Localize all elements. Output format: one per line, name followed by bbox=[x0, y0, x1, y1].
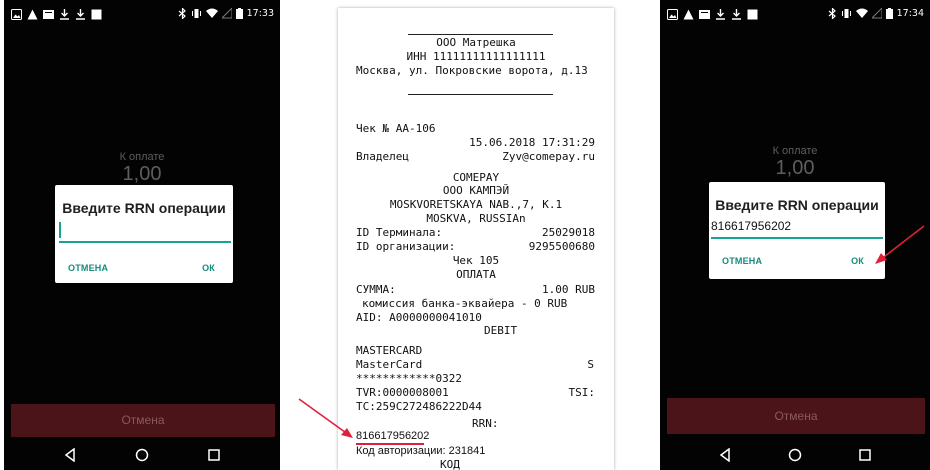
address: Москва, ул. Покровские ворота, д.13 bbox=[356, 64, 588, 77]
bank-address-2: MOSKVA, RUSSIAn bbox=[426, 212, 526, 225]
navigation-bar bbox=[660, 440, 930, 470]
dialog-title: Введите RRN операции bbox=[715, 197, 879, 213]
owner-email: Zyv@comepay.ru bbox=[502, 150, 595, 163]
warning-icon bbox=[27, 9, 38, 20]
no-signal-icon bbox=[871, 8, 882, 19]
warning-icon bbox=[683, 9, 694, 20]
arrow-annotation-icon bbox=[875, 225, 925, 264]
card-flag: S bbox=[587, 358, 594, 371]
sum-label: СУММА: bbox=[356, 283, 396, 296]
amount-value: 1,00 bbox=[775, 157, 815, 179]
tc: TC:259C272486222D44 bbox=[356, 400, 482, 413]
no-signal-icon bbox=[221, 8, 232, 19]
vibrate-icon bbox=[841, 9, 851, 18]
left-phone-screen: 17:33 К оплате 1,00 Введите RRN операции… bbox=[4, 0, 280, 470]
bank-brand: COMEPAY bbox=[452, 171, 500, 184]
status-bar: 17:34 bbox=[660, 0, 930, 32]
square-icon bbox=[747, 9, 758, 20]
dialog-cancel-button[interactable]: ОТМЕНА bbox=[722, 256, 762, 266]
check-datetime: 15.06.2018 17:31:29 bbox=[469, 136, 595, 149]
divider bbox=[408, 94, 553, 95]
bluetooth-icon bbox=[178, 8, 186, 19]
bank-company: ООО КАМПЭЙ bbox=[442, 184, 510, 197]
battery-icon bbox=[235, 8, 243, 19]
rrn-dialog: Введите RRN операции ОТМЕНА ОК bbox=[55, 185, 233, 283]
acquirer-fee: комиссия банка-эквайера - 0 RUB bbox=[362, 297, 568, 310]
rrn-input-value: 816617956202 bbox=[711, 219, 792, 233]
inn: ИНН 11111111111111111 bbox=[406, 50, 546, 63]
org-value: 9295500680 bbox=[528, 240, 595, 253]
tvr: TVR:0000008001 bbox=[356, 386, 449, 399]
status-time: 17:33 bbox=[246, 8, 274, 19]
payment-receipt: ООО Матрешка ИНН 11111111111111111 Москв… bbox=[338, 8, 614, 470]
amount-label: К оплате bbox=[772, 145, 818, 157]
back-icon[interactable] bbox=[718, 448, 732, 462]
divider bbox=[408, 34, 553, 35]
sum-value: 1.00 RUB bbox=[542, 283, 595, 296]
rrn-dialog: Введите RRN операции 816617956202 ОТМЕНА… bbox=[709, 182, 885, 279]
amount-label: К оплате bbox=[119, 151, 165, 163]
recents-icon[interactable] bbox=[207, 448, 221, 462]
wifi-icon bbox=[855, 8, 868, 18]
text-caret bbox=[59, 222, 61, 238]
download-icon bbox=[716, 9, 725, 20]
status-bar: 17:33 bbox=[4, 0, 280, 32]
dialog-cancel-button[interactable]: ОТМЕНА bbox=[68, 263, 108, 273]
home-icon[interactable] bbox=[135, 448, 149, 462]
cancel-button[interactable]: Отмена bbox=[11, 404, 275, 437]
status-time: 17:34 bbox=[896, 8, 924, 19]
dialog-ok-button[interactable]: ОК bbox=[202, 263, 215, 273]
card-name: MasterCard bbox=[356, 358, 423, 371]
debit: DEBIT bbox=[484, 324, 518, 337]
amount-value: 1,00 bbox=[122, 163, 162, 185]
gallery-icon bbox=[667, 9, 678, 20]
tsi: TSI: bbox=[568, 386, 596, 399]
home-icon[interactable] bbox=[788, 448, 802, 462]
download-icon bbox=[732, 9, 741, 20]
card-type: MASTERCARD bbox=[356, 344, 423, 357]
bluetooth-icon bbox=[828, 8, 836, 19]
battery-icon bbox=[885, 8, 893, 19]
aid: AID: A0000000041010 bbox=[356, 311, 482, 324]
dialog-title: Введите RRN операции bbox=[62, 200, 226, 216]
image-icon bbox=[699, 10, 710, 19]
image-icon bbox=[43, 10, 54, 19]
auth-code: Код авторизации: 231841 bbox=[356, 445, 486, 457]
download-icon bbox=[60, 9, 69, 20]
cancel-button[interactable]: Отмена bbox=[667, 398, 925, 434]
terminal-value: 25029018 bbox=[542, 226, 595, 239]
bank-address-1: MOSKVORETSKAYA NAB.,7, K.1 bbox=[389, 198, 563, 211]
rrn-label: RRN: bbox=[472, 417, 499, 430]
company-name: ООО Матрешка bbox=[436, 36, 516, 49]
card-pan: ************0322 bbox=[356, 372, 462, 385]
rrn-input[interactable] bbox=[59, 221, 231, 243]
terminal-label: ID Терминала: bbox=[356, 226, 443, 239]
code-label: КОД bbox=[440, 458, 460, 470]
gallery-icon bbox=[11, 9, 22, 20]
dialog-ok-button[interactable]: ОК bbox=[851, 256, 864, 266]
org-label: ID организации: bbox=[356, 240, 456, 253]
rrn-value: 816617956202 bbox=[356, 430, 430, 442]
owner-label: Владелец bbox=[356, 150, 409, 163]
back-icon[interactable] bbox=[63, 448, 77, 462]
download-icon bbox=[76, 9, 85, 20]
square-icon bbox=[91, 9, 102, 20]
vibrate-icon bbox=[191, 9, 201, 18]
wifi-icon bbox=[205, 8, 218, 18]
check-number: Чек № АА-106 bbox=[356, 122, 436, 135]
rrn-input[interactable]: 816617956202 bbox=[711, 217, 883, 239]
check-line: Чек 105 bbox=[452, 254, 500, 267]
payment-type: ОПЛАТА bbox=[456, 268, 496, 281]
recents-icon[interactable] bbox=[858, 448, 872, 462]
navigation-bar bbox=[4, 440, 280, 470]
arrow-annotation-icon bbox=[298, 398, 353, 438]
